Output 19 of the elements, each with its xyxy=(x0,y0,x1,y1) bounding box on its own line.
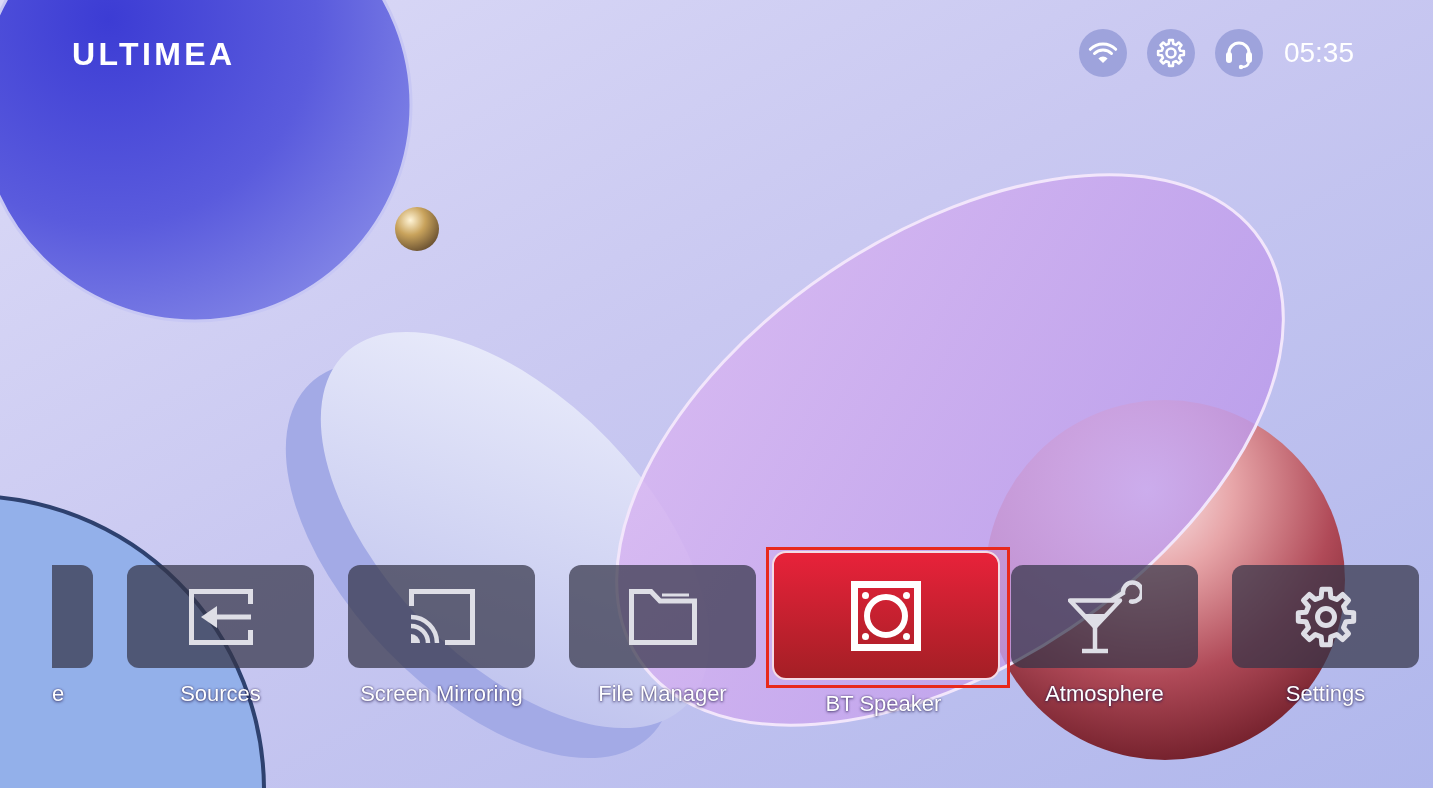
cocktail-glass-icon xyxy=(1067,579,1142,654)
cast-icon xyxy=(408,588,475,645)
app-tile[interactable] xyxy=(1232,565,1419,668)
arrow-into-bracket-icon xyxy=(188,588,253,645)
app-tile[interactable] xyxy=(1011,565,1198,668)
small-ball xyxy=(395,207,439,251)
folder-icon xyxy=(628,588,697,645)
app-label: Screen Mirroring xyxy=(360,681,523,707)
app-tile[interactable] xyxy=(569,565,756,668)
speaker-icon xyxy=(850,580,921,651)
app-label: Atmosphere xyxy=(1045,681,1164,707)
settings-icon xyxy=(1294,585,1357,648)
app-tile[interactable] xyxy=(52,565,93,668)
app-label: File Manager xyxy=(598,681,727,707)
app-tile[interactable] xyxy=(127,565,314,668)
brand-logo: ULTIMEA xyxy=(72,36,236,72)
app-tile[interactable] xyxy=(348,565,535,668)
clock-time: 05:35 xyxy=(1283,36,1354,69)
app-label: e xyxy=(52,681,65,707)
